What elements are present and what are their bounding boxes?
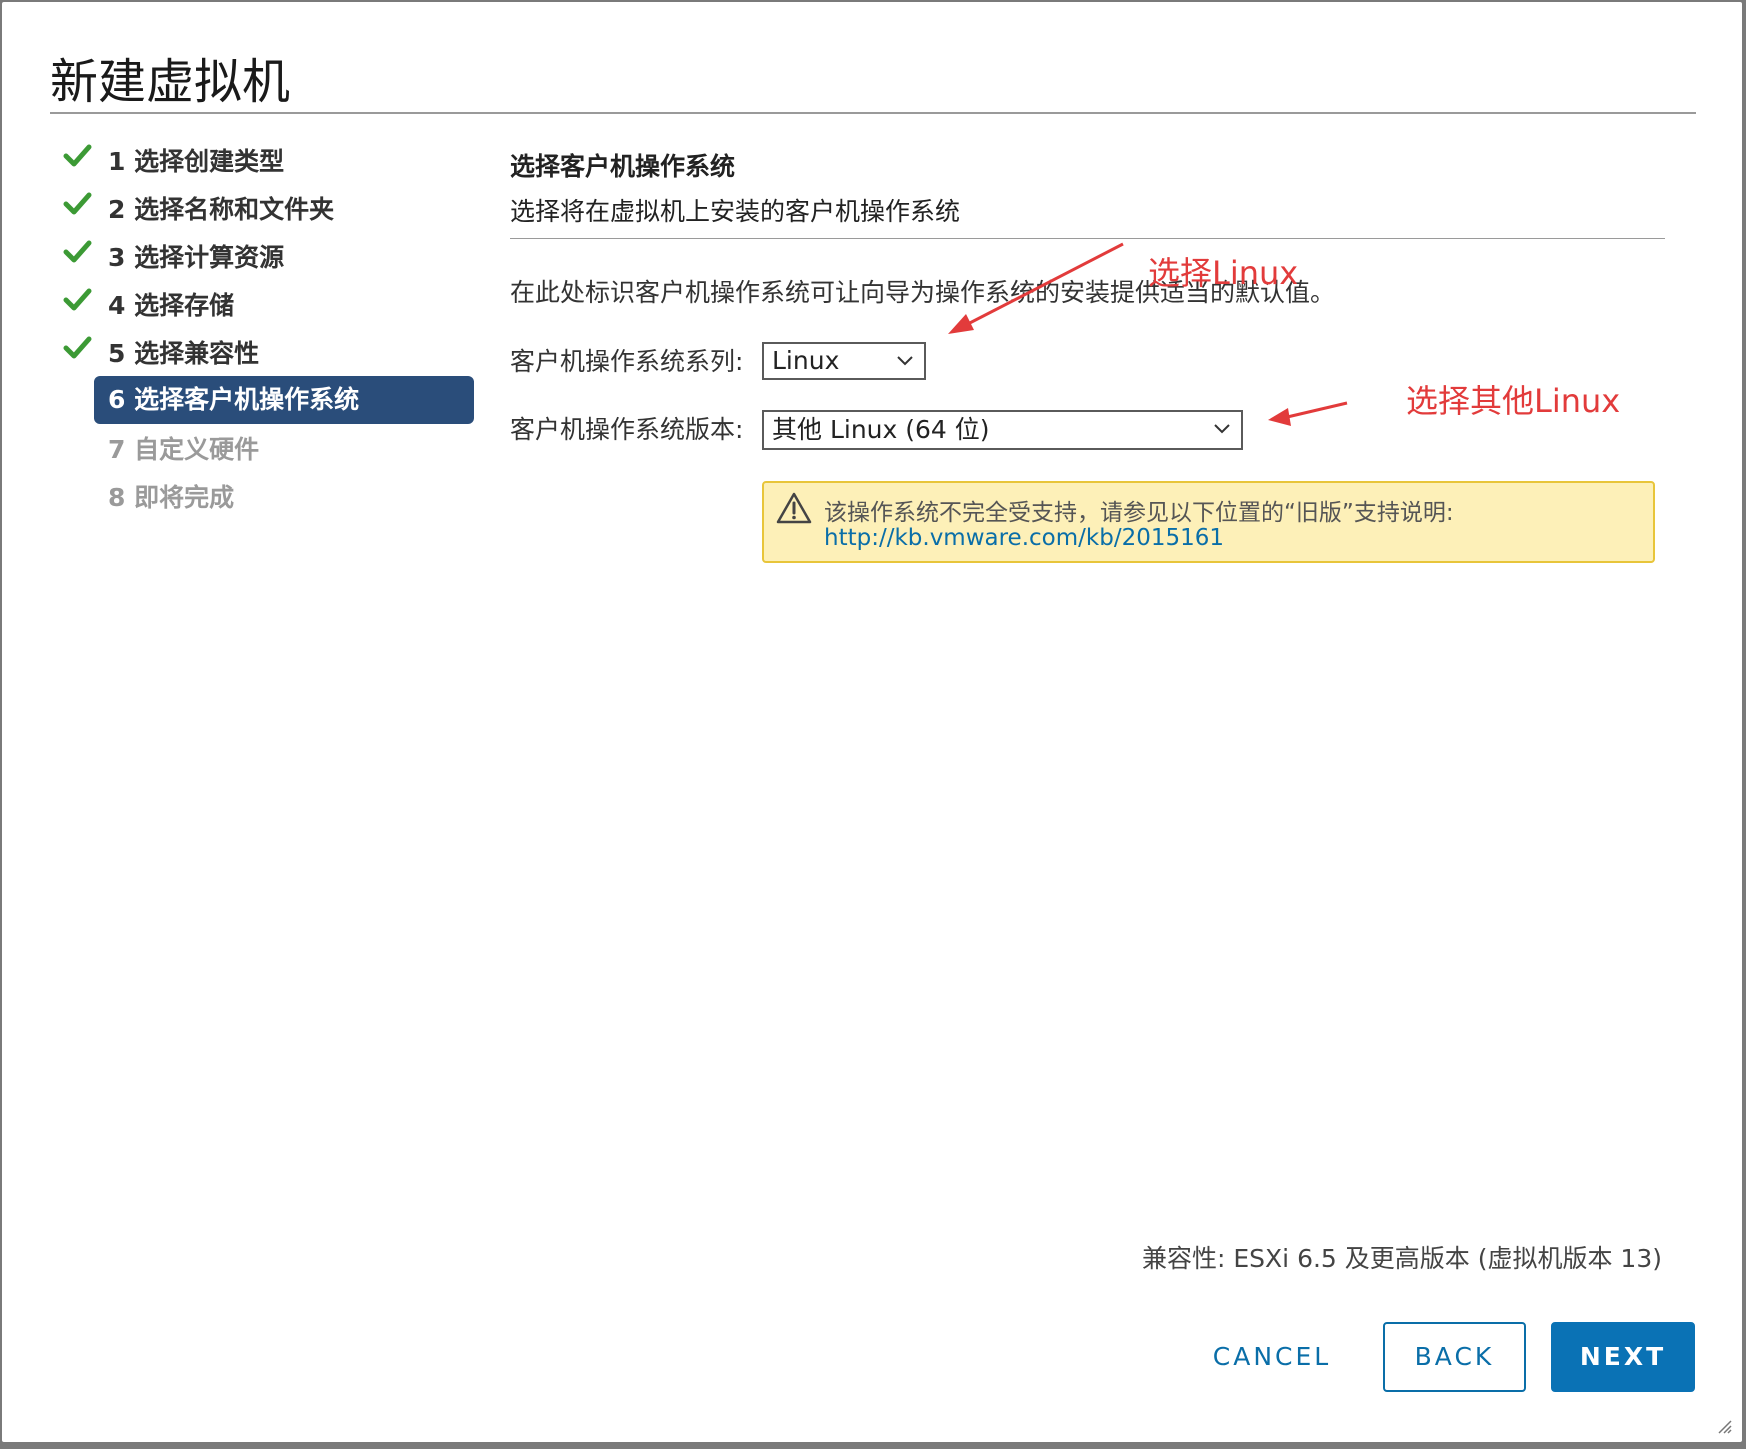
cancel-button[interactable]: CANCEL (1197, 1322, 1347, 1392)
check-icon (63, 288, 92, 311)
section-heading: 选择客户机操作系统 (510, 152, 736, 181)
os-version-label: 客户机操作系统版本: (510, 415, 744, 444)
os-family-select[interactable]: Linux (762, 342, 926, 380)
new-vm-dialog: 新建虚拟机 1 选择创建类型 2 选择名称和文件夹 3 选择计算资源 4 选择存… (2, 2, 1742, 1442)
step-select-storage[interactable]: 4 选择存储 (94, 282, 474, 330)
step-select-name-folder[interactable]: 2 选择名称和文件夹 (94, 186, 474, 234)
annotation-family-note: 选择Linux (1148, 254, 1299, 292)
dialog-title: 新建虚拟机 (50, 54, 291, 110)
step-select-compute-resource[interactable]: 3 选择计算资源 (94, 234, 474, 282)
check-icon (63, 240, 92, 263)
chevron-down-icon (897, 356, 913, 366)
check-icon (63, 336, 92, 359)
compatibility-info: 兼容性: ESXi 6.5 及更高版本 (虚拟机版本 13) (1142, 1244, 1662, 1273)
annotation-version-note: 选择其他Linux (1406, 382, 1621, 420)
step-select-creation-type[interactable]: 1 选择创建类型 (94, 138, 474, 186)
check-icon (63, 144, 92, 167)
next-button[interactable]: NEXT (1551, 1322, 1695, 1392)
os-version-value: 其他 Linux (64 位) (772, 415, 990, 444)
content-divider (510, 238, 1665, 239)
chevron-down-icon (1214, 424, 1230, 434)
section-subheading: 选择将在虚拟机上安装的客户机操作系统 (510, 197, 961, 226)
back-button[interactable]: BACK (1383, 1322, 1526, 1392)
step-select-compatibility[interactable]: 5 选择兼容性 (94, 330, 474, 378)
os-family-label: 客户机操作系统系列: (510, 347, 744, 376)
step-ready-to-complete: 8 即将完成 (108, 483, 235, 512)
step-customize-hardware: 7 自定义硬件 (108, 435, 260, 464)
check-icon (63, 192, 92, 215)
step-select-guest-os[interactable]: 6 选择客户机操作系统 (94, 376, 474, 424)
unsupported-os-warning: 该操作系统不完全受支持，请参见以下位置的“旧版”支持说明: http://kb.… (762, 481, 1655, 563)
warning-triangle-icon (776, 492, 812, 524)
title-divider (50, 112, 1696, 114)
warning-text: 该操作系统不完全受支持，请参见以下位置的“旧版”支持说明: (824, 500, 1454, 526)
resize-grip-icon[interactable] (1716, 1418, 1732, 1434)
kb-link[interactable]: http://kb.vmware.com/kb/2015161 (824, 525, 1224, 551)
os-version-select[interactable]: 其他 Linux (64 位) (762, 410, 1243, 450)
os-family-value: Linux (772, 346, 840, 375)
